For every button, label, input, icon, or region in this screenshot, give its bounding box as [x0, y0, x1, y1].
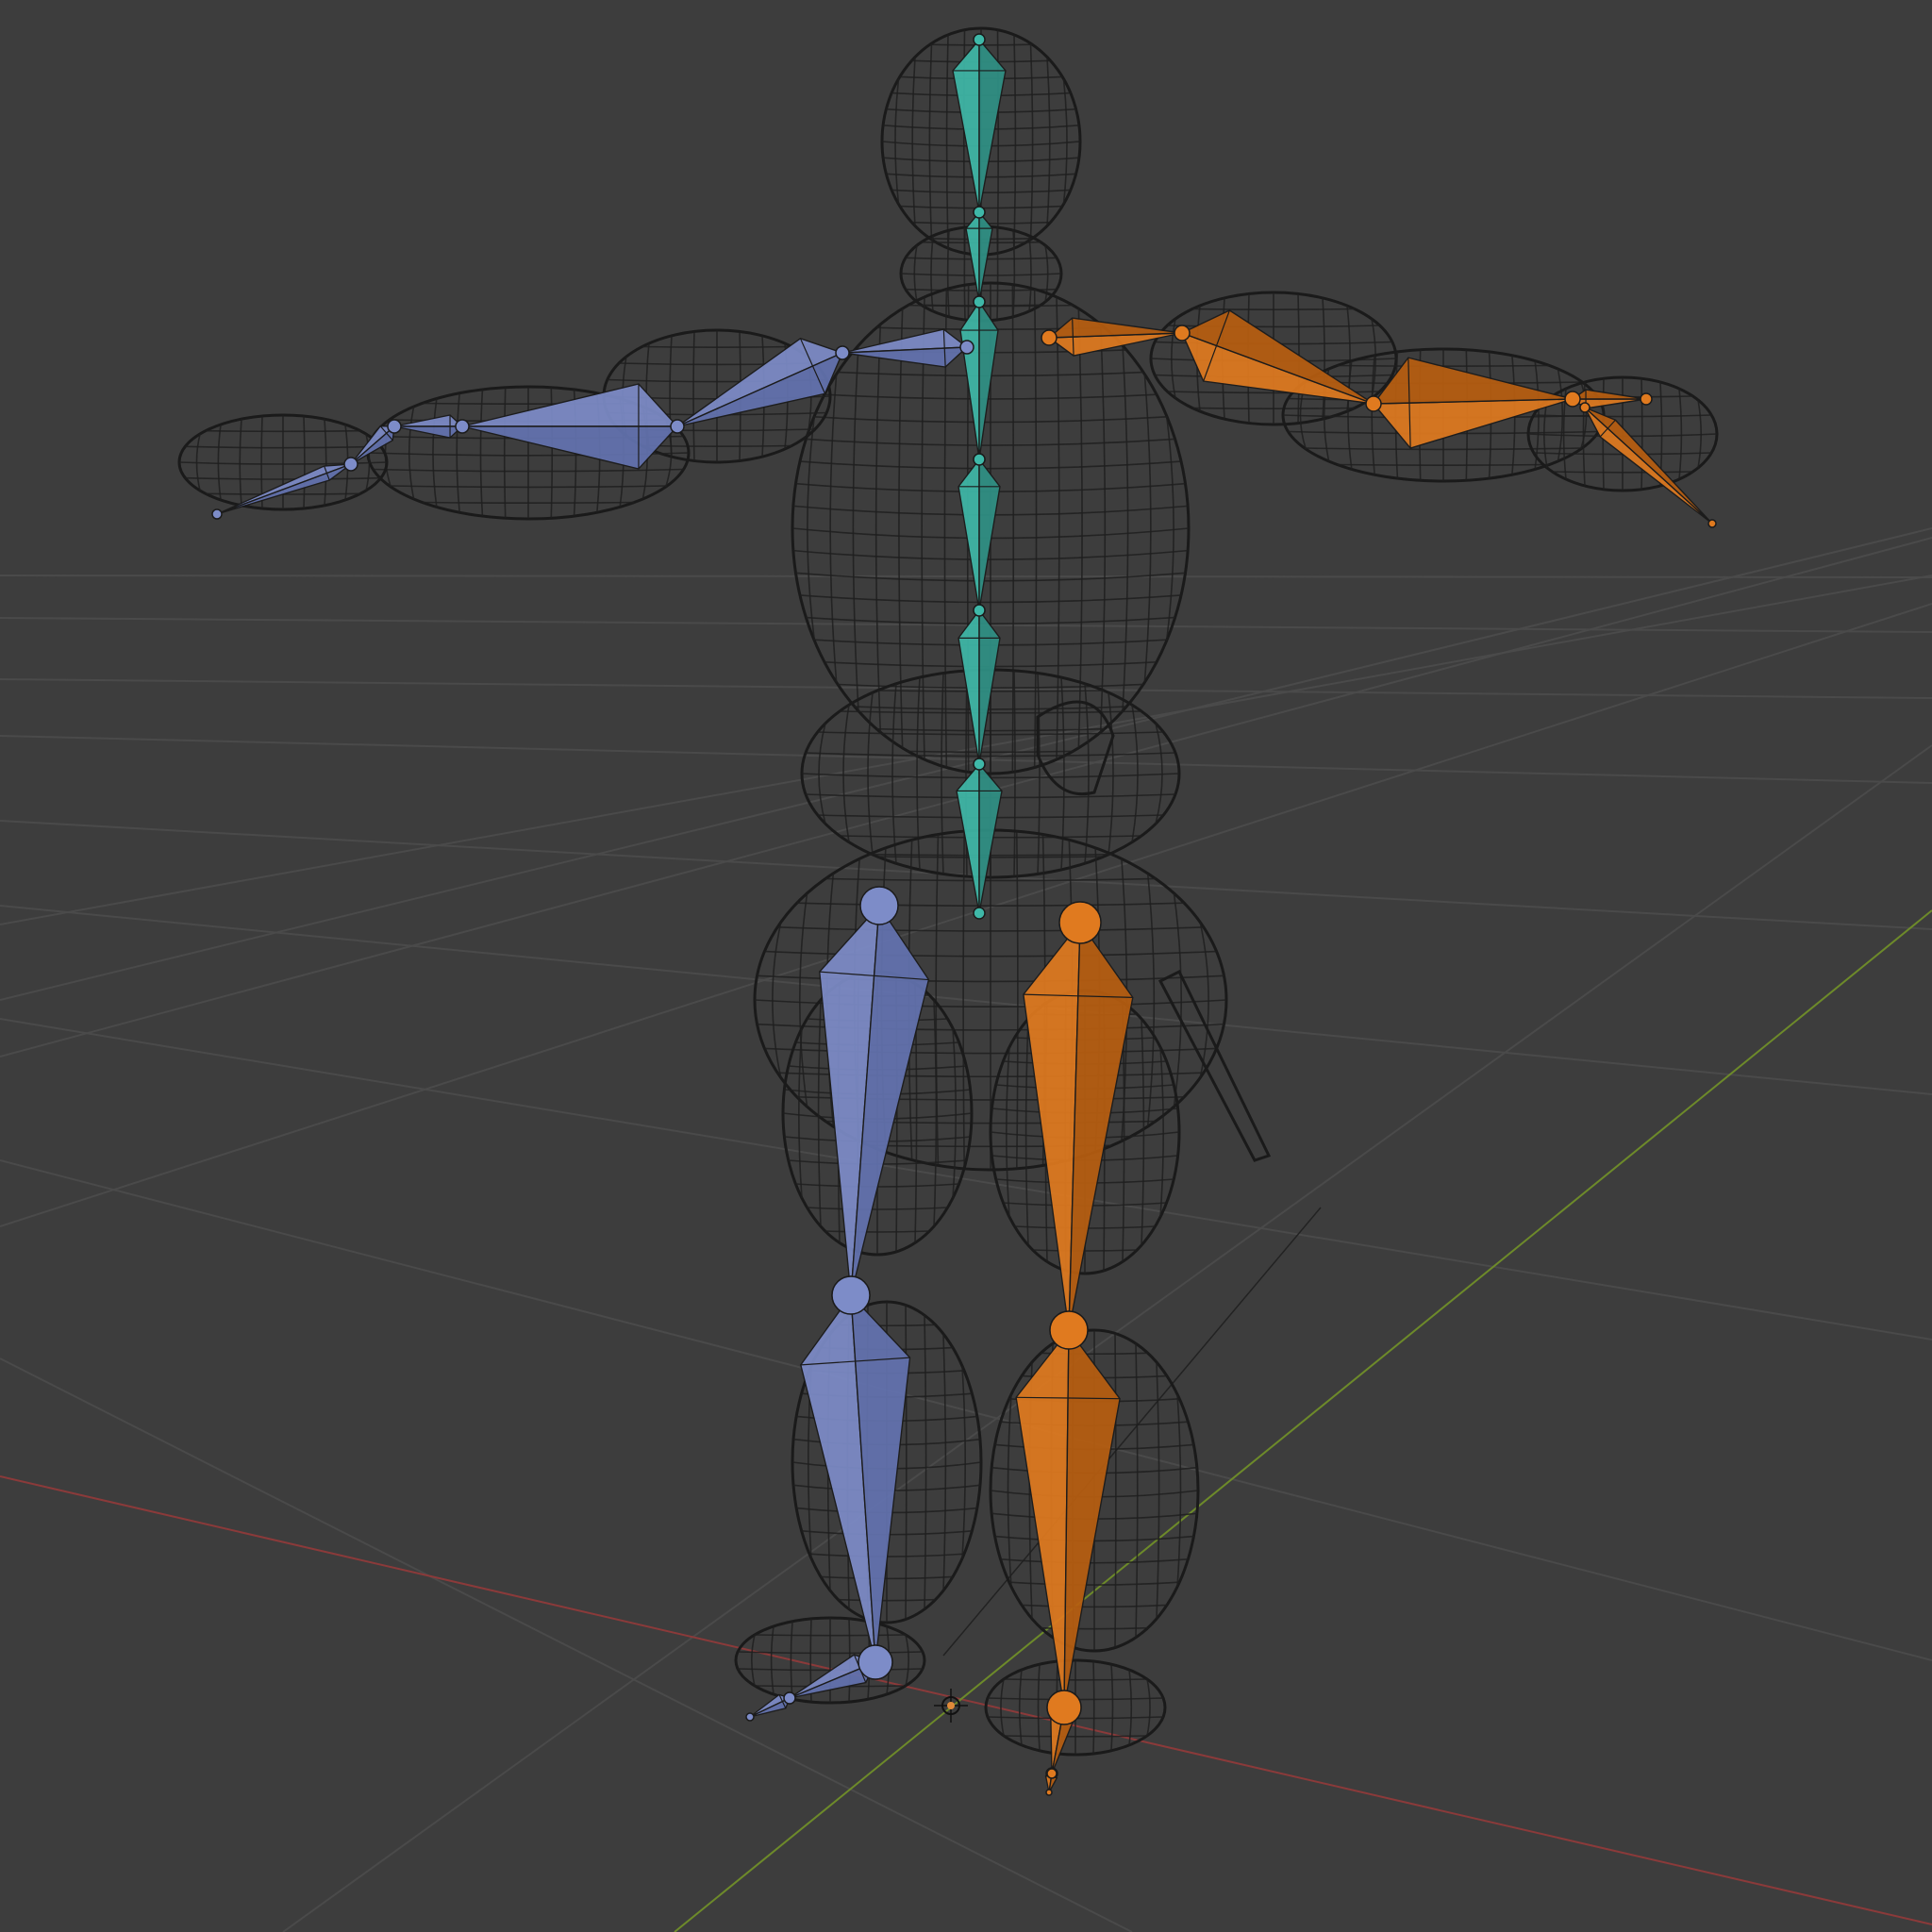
mesh-belt-hand — [1036, 700, 1115, 796]
bone-head-joint — [831, 1275, 871, 1315]
bone-head-joint — [973, 604, 986, 617]
spine-bone — [965, 206, 993, 308]
bone-head-joint — [973, 453, 986, 466]
bone-head-joint — [959, 340, 974, 355]
grid-line — [282, 744, 1932, 1932]
right-arm-bone — [457, 383, 685, 470]
character-mesh-wireframe[interactable] — [177, 26, 1719, 1757]
bone-head-joint — [670, 419, 685, 434]
spine-bone — [959, 295, 999, 466]
bone-head-joint — [858, 1644, 893, 1680]
bone-head-joint — [973, 758, 986, 771]
bone-head-joint — [835, 345, 850, 360]
bone-head-joint — [859, 886, 899, 925]
grid-line — [0, 1159, 1932, 1661]
spine-bone — [958, 453, 1001, 617]
viewport-canvas[interactable] — [0, 0, 1932, 1932]
bone-head-joint — [343, 457, 358, 472]
right-foot-bone — [783, 1644, 893, 1705]
right-toe-bone — [745, 1691, 796, 1722]
3d-viewport[interactable] — [0, 0, 1932, 1932]
grid-line — [0, 575, 1932, 578]
bone-head-joint — [1046, 1690, 1082, 1725]
left-thigh-bone — [1023, 901, 1134, 1350]
bone-tail-joint — [211, 508, 223, 520]
bone-tail-joint — [1640, 392, 1653, 406]
bone-tail-joint — [745, 1712, 755, 1722]
bone-head-joint — [387, 419, 402, 434]
bone-head-joint — [1041, 329, 1058, 346]
bone-head-joint — [973, 33, 986, 46]
bone-head-joint — [1365, 395, 1382, 412]
bone-head-joint — [1579, 402, 1591, 413]
left-arm-bone — [1564, 389, 1653, 409]
bone-head-joint — [1046, 1768, 1058, 1779]
bone-tail-joint — [1707, 519, 1717, 528]
bone-tail-joint — [973, 907, 986, 920]
bone-head-joint — [973, 295, 986, 308]
bone-tail-joint — [1045, 1789, 1053, 1796]
left-toe-bone — [1044, 1768, 1058, 1796]
bone-head-joint — [783, 1691, 796, 1705]
left-finger-bone — [1579, 402, 1717, 528]
grid-line — [0, 1357, 1133, 1932]
bone-head-joint — [1174, 325, 1191, 341]
bone-head-joint — [973, 206, 986, 219]
bone-head-joint — [455, 419, 470, 434]
bone-head-joint — [1564, 391, 1581, 408]
bone-head-joint — [1049, 1310, 1089, 1350]
x-axis-line — [0, 1475, 1932, 1925]
view-helper-line — [942, 1207, 1322, 1657]
bone-head-joint — [1058, 901, 1102, 944]
right-thigh-bone — [819, 886, 930, 1315]
